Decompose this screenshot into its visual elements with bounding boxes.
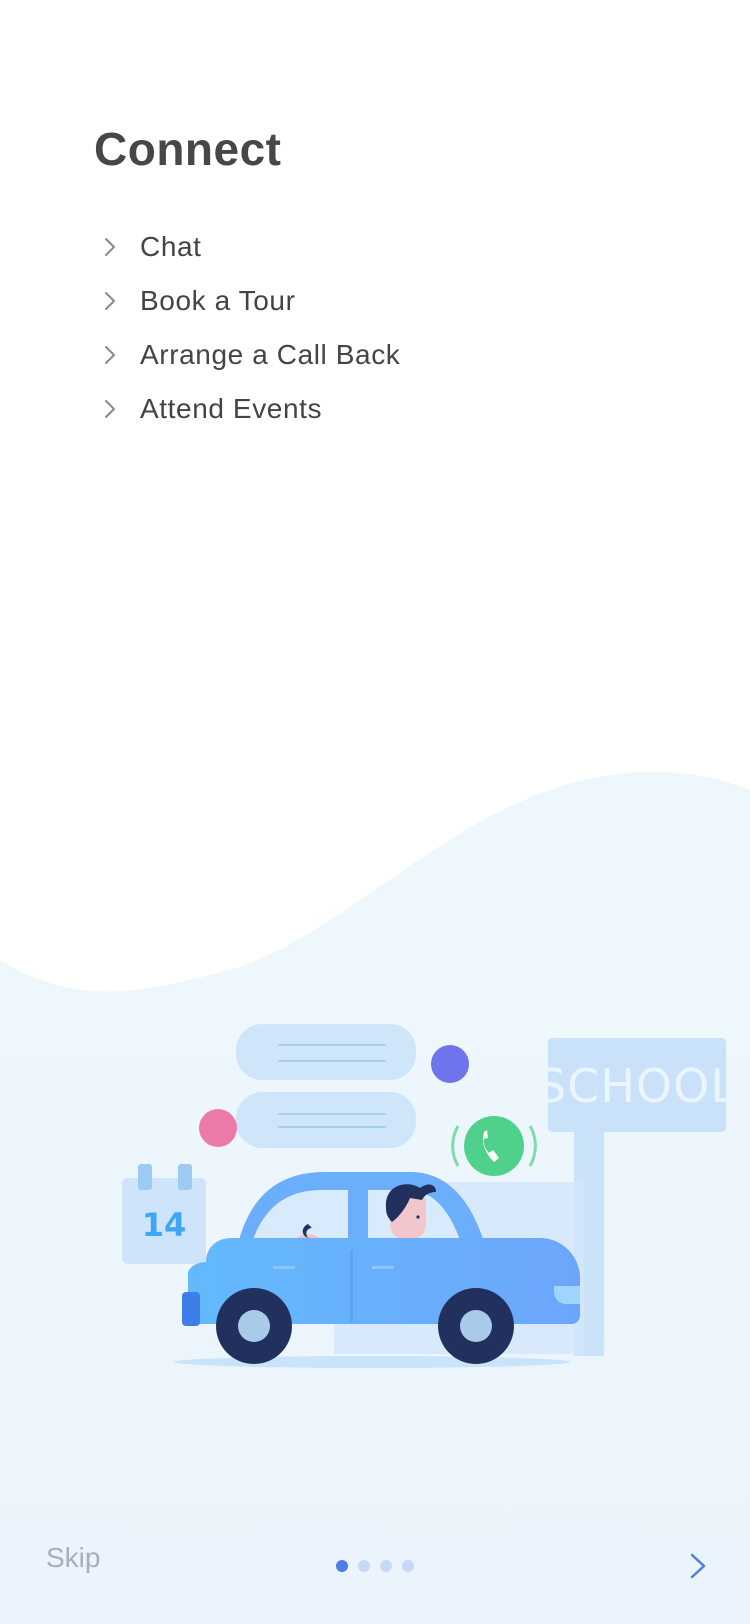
menu-item-book-a-tour[interactable]: Book a Tour bbox=[100, 274, 400, 328]
skip-button[interactable]: Skip bbox=[46, 1542, 100, 1574]
page-dot-4[interactable] bbox=[402, 1560, 414, 1572]
menu-item-label: Arrange a Call Back bbox=[140, 339, 401, 370]
menu-item-attend-events[interactable]: Attend Events bbox=[100, 382, 400, 436]
next-chevron-icon[interactable] bbox=[684, 1550, 712, 1582]
pink-dot bbox=[199, 1109, 237, 1147]
rear-wheel bbox=[438, 1288, 514, 1364]
page-indicator bbox=[336, 1560, 414, 1572]
page-dot-1[interactable] bbox=[336, 1560, 348, 1572]
chat-bubble-bottom bbox=[236, 1092, 416, 1148]
page-title: Connect bbox=[94, 123, 282, 175]
menu-item-chat[interactable]: Chat bbox=[100, 220, 400, 274]
menu-item-label: Attend Events bbox=[140, 393, 323, 424]
menu-item-label: Book a Tour bbox=[140, 285, 296, 316]
connect-menu: Chat Book a Tour Arrange a Call Back Att… bbox=[100, 220, 400, 436]
menu-item-arrange-call-back[interactable]: Arrange a Call Back bbox=[100, 328, 400, 382]
svg-text:14: 14 bbox=[142, 1206, 187, 1244]
car-illustration: SCHOOL 14 bbox=[122, 1024, 737, 1368]
front-wheel bbox=[216, 1288, 292, 1364]
chat-bubble-top bbox=[236, 1024, 416, 1080]
chevron-right-icon bbox=[105, 238, 115, 256]
svg-text:SCHOOL: SCHOOL bbox=[537, 1059, 737, 1113]
purple-dot bbox=[431, 1045, 469, 1083]
menu-item-label: Chat bbox=[140, 231, 202, 262]
calendar-icon: 14 bbox=[122, 1164, 206, 1264]
page-dot-2[interactable] bbox=[358, 1560, 370, 1572]
phone-call-icon bbox=[451, 1116, 537, 1176]
chevron-right-icon bbox=[105, 346, 115, 364]
page-dot-3[interactable] bbox=[380, 1560, 392, 1572]
chevron-right-icon bbox=[105, 400, 115, 418]
chevron-right-icon bbox=[105, 292, 115, 310]
